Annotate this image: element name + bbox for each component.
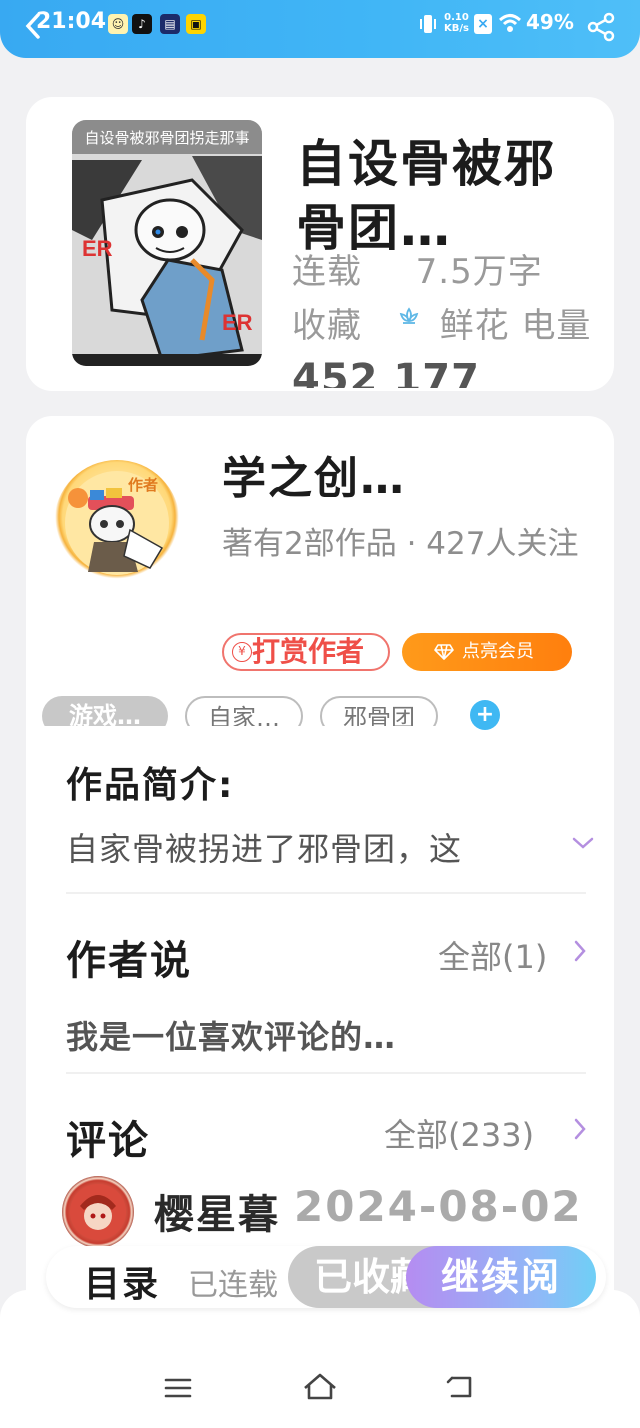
intro-text[interactable]: 自家骨被拐进了邪骨团，这 xyxy=(66,824,462,870)
author-avatar[interactable]: 作者 xyxy=(54,460,180,586)
book-status: 连载 xyxy=(292,252,362,292)
commenter-name[interactable]: 樱星暮 xyxy=(154,1182,280,1240)
vip-label: 点亮会员 xyxy=(462,641,534,662)
author-says-all-link[interactable]: 全部(1) xyxy=(438,932,547,978)
reward-label: 打赏作者 xyxy=(252,635,365,668)
author-says-text[interactable]: 我是一位喜欢评论的… xyxy=(66,1012,396,1058)
clock: 21:04 xyxy=(36,9,107,34)
author-stats: 著有2部作品 · 427人关注 xyxy=(222,526,579,562)
sim-off-icon: × xyxy=(474,14,492,34)
tag-item[interactable]: 邪骨团 xyxy=(320,696,438,726)
app-film-icon: ▣ xyxy=(186,14,206,34)
comments-all-link[interactable]: 全部(233) xyxy=(384,1110,534,1156)
menu-icon[interactable] xyxy=(164,1376,192,1400)
home-icon[interactable] xyxy=(302,1372,338,1402)
share-icon[interactable] xyxy=(586,12,616,42)
book-cover[interactable]: ER ER 自设骨被邪骨团拐走那事 xyxy=(72,120,262,366)
chevron-down-icon[interactable] xyxy=(572,836,594,850)
cover-title: 自设骨被邪骨团拐走那事 xyxy=(72,120,262,154)
favorites-count: 452 177 xyxy=(292,356,480,402)
comment-date: 2024-08-02 xyxy=(294,1182,583,1231)
serial-status: 已连载 xyxy=(188,1268,278,1303)
favorites-label: 收藏 xyxy=(292,306,362,346)
back-nav-icon[interactable] xyxy=(446,1374,476,1402)
continue-reading-button[interactable]: 继续阅 xyxy=(406,1246,596,1308)
word-count: 7.5万字 xyxy=(415,252,543,292)
flowers-label: 鲜花 xyxy=(439,306,510,346)
diamond-icon xyxy=(434,643,454,661)
app-box-icon: ▤ xyxy=(160,14,180,34)
vip-button[interactable]: 点亮会员 xyxy=(402,633,572,671)
book-status-words: 连载 7.5万字 xyxy=(292,244,543,293)
reward-author-button[interactable]: ¥ 打赏作者 xyxy=(222,633,390,671)
chevron-right-icon[interactable] xyxy=(574,1118,586,1140)
tiktok-icon: ♪ xyxy=(132,14,152,34)
tag-list: 游戏… 自家… 邪骨团 xyxy=(0,696,640,726)
tag-item[interactable]: 自家… xyxy=(185,696,303,726)
svg-text:ER: ER xyxy=(82,236,113,261)
divider xyxy=(66,1072,586,1074)
divider xyxy=(66,892,586,894)
vibrate-icon xyxy=(418,13,438,35)
author-badge: 作者 xyxy=(128,476,159,494)
app-notification-icon: ☺ xyxy=(108,14,128,34)
tag-item[interactable]: 游戏… xyxy=(42,696,168,726)
author-name[interactable]: 学之创… xyxy=(222,442,406,506)
commenter-avatar[interactable] xyxy=(62,1176,134,1248)
author-says-title: 作者说 xyxy=(66,938,192,984)
wifi-icon xyxy=(498,12,522,34)
energy-label: 电量 xyxy=(521,306,592,346)
add-tag-button[interactable]: + xyxy=(470,700,500,730)
toc-button[interactable]: 目录 xyxy=(84,1255,160,1307)
yen-icon: ¥ xyxy=(232,642,252,662)
svg-text:ER: ER xyxy=(222,310,253,335)
flower-icon xyxy=(398,306,420,328)
battery-percent: 49% xyxy=(526,10,574,34)
book-title: 自设骨被邪骨团… xyxy=(296,135,556,257)
book-stats-labels: 收藏 鲜花 电量 xyxy=(292,298,591,347)
chevron-right-icon[interactable] xyxy=(574,940,586,962)
intro-title: 作品简介: xyxy=(66,765,235,806)
system-navigation-bar xyxy=(0,1290,640,1428)
comments-title: 评论 xyxy=(66,1118,150,1164)
net-speed: 0.10 KB/s xyxy=(444,12,469,34)
